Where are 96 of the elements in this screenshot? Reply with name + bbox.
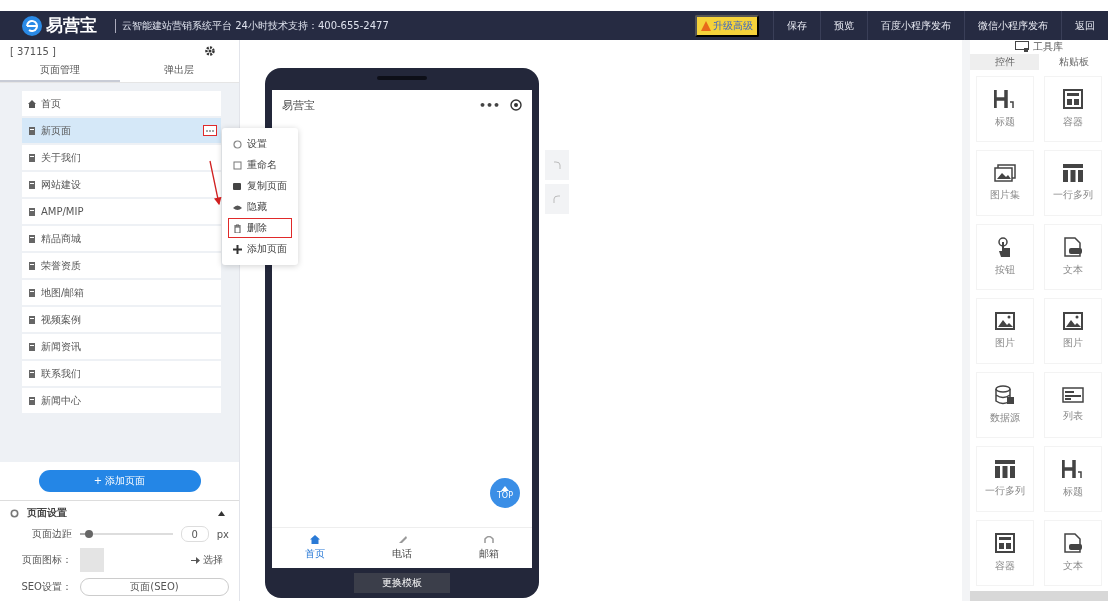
menu-item[interactable]: 隐藏 — [228, 197, 292, 217]
record-icon[interactable] — [510, 99, 522, 111]
page-icon — [28, 207, 36, 216]
icon-preview — [80, 548, 104, 572]
page-list-item[interactable]: 视频案例 — [22, 307, 221, 332]
triangle-icon — [501, 486, 509, 491]
page-list-item[interactable]: 地图/邮箱 — [22, 280, 221, 305]
page-list-item[interactable]: 新闻中心 — [22, 388, 221, 413]
page-icon — [28, 126, 36, 135]
image-icon — [1063, 312, 1083, 330]
page-list-item[interactable]: AMP/MIP — [22, 199, 221, 224]
app-title: 易营宝 — [282, 97, 316, 113]
section-title: 页面设置 — [27, 506, 67, 520]
tool-item[interactable]: 容器 — [976, 520, 1034, 586]
image-icon — [995, 312, 1015, 330]
home-icon — [28, 99, 36, 108]
menu-dots[interactable]: ••• — [478, 98, 500, 112]
unit-label: px — [216, 528, 229, 540]
warning-icon — [701, 20, 711, 31]
logo-text: 易营宝 — [46, 14, 97, 37]
collapse-caret-icon[interactable] — [218, 510, 225, 516]
tool-item[interactable]: 文本 — [1044, 224, 1102, 290]
monitor-icon — [1015, 41, 1029, 53]
margin-input[interactable]: 0 — [180, 526, 209, 542]
tool-item[interactable]: 容器 — [1044, 76, 1102, 142]
columns-icon — [995, 460, 1015, 478]
undo-icon — [553, 161, 561, 169]
page-icon — [28, 342, 36, 351]
menu-item[interactable]: 设置 — [228, 134, 292, 154]
add-page-button[interactable]: + 添加页面 — [38, 470, 201, 492]
tool-item[interactable]: 标题 — [976, 76, 1034, 142]
settings-icon[interactable] — [205, 46, 215, 56]
page-list-item[interactable]: 新页面 — [22, 118, 221, 143]
page-icon — [28, 369, 36, 378]
gallery-icon — [994, 164, 1016, 182]
heading-icon — [1062, 459, 1084, 479]
field-label: 页面图标： — [21, 553, 72, 567]
panel-title: 工具库 — [1033, 40, 1063, 54]
site-id: [ 37115 ] — [10, 45, 56, 57]
upgrade-badge[interactable]: 升级高级 — [695, 14, 759, 37]
page-icon — [28, 315, 36, 324]
tool-item[interactable]: 文本 — [1044, 520, 1102, 586]
field-label: 页面边距 — [31, 527, 72, 541]
heading-icon — [994, 89, 1016, 109]
tool-item[interactable]: 图片 — [976, 298, 1034, 364]
page-list-item[interactable]: 网站建设 — [22, 172, 221, 197]
document-icon — [1064, 533, 1082, 553]
menu-item[interactable]: 重命名 — [228, 155, 292, 175]
menu-item[interactable]: 删除 — [228, 218, 292, 238]
page-list-item[interactable]: 联系我们 — [22, 361, 221, 386]
page-icon — [28, 261, 36, 270]
tool-item[interactable]: 列表 — [1044, 372, 1102, 438]
page-list-item[interactable]: 关于我们 — [22, 145, 221, 170]
page-list-item[interactable]: 精品商城 — [22, 226, 221, 251]
tagline: 云智能建站营销系统平台 24小时技术支持：400-655-2477 — [115, 18, 389, 33]
page-list-item[interactable]: 新闻资讯 — [22, 334, 221, 359]
database-icon — [995, 385, 1015, 405]
rename-icon — [233, 160, 242, 170]
page-list-item[interactable]: 首页 — [22, 91, 221, 116]
columns-icon — [1063, 164, 1083, 182]
settings-icon — [233, 139, 242, 149]
list-icon — [1062, 387, 1084, 403]
layout-icon — [1063, 89, 1083, 109]
tool-item[interactable]: 图片集 — [976, 150, 1034, 216]
page-list-item[interactable]: 荣誉资质 — [22, 253, 221, 278]
tool-item[interactable]: 一行多列 — [976, 446, 1034, 512]
ellipsis-icon — [206, 129, 214, 132]
tool-item[interactable]: 标题 — [1044, 446, 1102, 512]
page-icon — [28, 153, 36, 162]
field-label: SEO设置： — [20, 580, 72, 594]
menu-item[interactable]: 添加页面 — [228, 239, 292, 259]
copy-icon — [233, 181, 242, 191]
page-icon — [28, 234, 36, 243]
tool-item[interactable]: 按钮 — [976, 224, 1034, 290]
tool-item[interactable]: 一行多列 — [1044, 150, 1102, 216]
settings-icon — [10, 508, 19, 518]
logo-icon — [22, 15, 42, 36]
page-icon — [28, 180, 36, 189]
document-icon — [1064, 237, 1082, 257]
layout-icon — [995, 533, 1015, 553]
tool-item[interactable]: 图片 — [1044, 298, 1102, 364]
page-icon — [28, 396, 36, 405]
tap-hand-icon — [997, 237, 1013, 257]
home-icon — [310, 535, 321, 544]
choose-button[interactable]: 选择 — [185, 552, 229, 568]
slider-thumb[interactable] — [85, 530, 94, 538]
menu-item[interactable]: 复制页面 — [228, 176, 292, 196]
more-options-button[interactable] — [203, 125, 217, 136]
trash-icon — [233, 223, 242, 233]
tool-item[interactable]: 数据源 — [976, 372, 1034, 438]
change-template-button[interactable]: 更换模板 — [354, 573, 450, 593]
page-icon — [28, 288, 36, 297]
panel-tab[interactable]: 控件 — [970, 54, 1039, 70]
plus-icon — [233, 244, 242, 254]
redo-icon — [553, 195, 561, 203]
seo-button[interactable]: 页面(SEO) — [80, 578, 229, 596]
